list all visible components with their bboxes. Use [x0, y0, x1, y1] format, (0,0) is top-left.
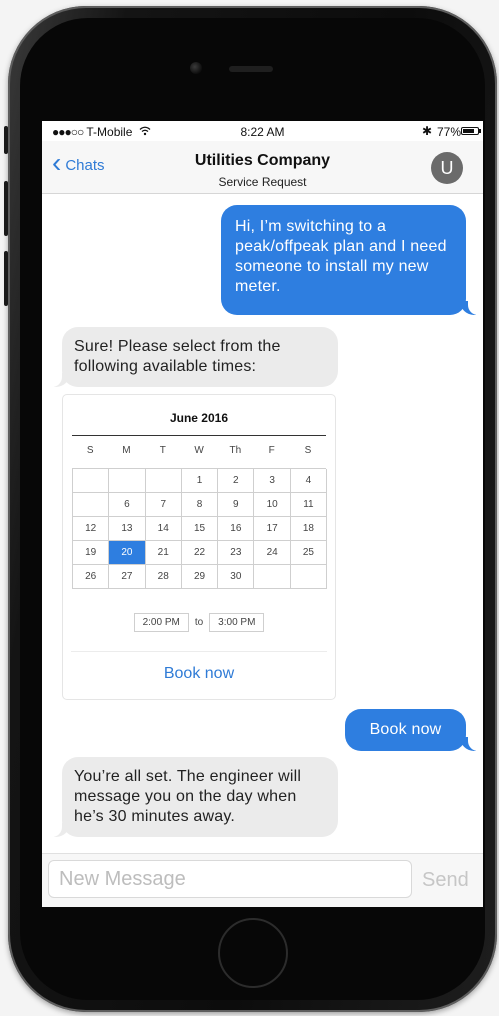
booking-card: June 2016 S M T W Th F S 1 2 3 4 6 7 8 9 10 11 12 13 14 15 1…: [62, 394, 336, 700]
book-now-button[interactable]: Book now: [63, 665, 335, 683]
bubble-tail: [460, 735, 483, 751]
message-text: Sure! Please select from the following a…: [74, 338, 281, 375]
battery-tip: [479, 129, 481, 133]
calendar-day[interactable]: 16: [218, 517, 255, 541]
bluetooth-icon: ✱: [422, 124, 433, 138]
bubble-tail: [460, 299, 483, 315]
calendar-empty-cell: [73, 469, 110, 493]
weekday-header: S M T W Th F S: [72, 445, 326, 456]
bubble-tail: [46, 371, 70, 387]
end-time-field[interactable]: 3:00 PM: [209, 613, 265, 632]
volume-down-button: [4, 251, 8, 306]
battery-level: [463, 129, 474, 133]
calendar-day[interactable]: 28: [145, 565, 182, 589]
silent-switch: [4, 126, 8, 154]
calendar-day[interactable]: 19: [73, 541, 110, 565]
calendar-empty-cell: [254, 565, 291, 589]
weekday-label: F: [268, 445, 275, 456]
avatar[interactable]: U: [431, 152, 463, 184]
message-text: Book now: [369, 721, 442, 738]
calendar-day[interactable]: 30: [218, 565, 255, 589]
calendar-day[interactable]: 9: [218, 493, 255, 517]
calendar-grid: 1 2 3 4 6 7 8 9 10 11 12 13 14 15 16 17 18 19 20 21 22 23 24 25…: [72, 468, 328, 589]
calendar-empty-cell: [290, 565, 328, 589]
status-time: 8:22 AM: [240, 125, 285, 139]
calendar-day[interactable]: 25: [290, 541, 328, 565]
calendar-day[interactable]: 15: [181, 517, 219, 541]
divider: [72, 435, 326, 436]
calendar-day[interactable]: 24: [254, 541, 291, 565]
calendar-day[interactable]: 14: [145, 517, 182, 541]
calendar-day[interactable]: 23: [218, 541, 255, 565]
calendar-empty-cell: [73, 493, 110, 517]
weekday-label: T: [159, 445, 166, 456]
bubble-tail: [46, 821, 70, 837]
calendar-day[interactable]: 27: [109, 565, 146, 589]
calendar-day[interactable]: 1: [181, 469, 219, 493]
weekday-label: S: [304, 445, 312, 456]
calendar-day[interactable]: 17: [254, 517, 291, 541]
weekday-label: M: [122, 445, 131, 456]
calendar-day[interactable]: 8: [181, 493, 219, 517]
start-time-field[interactable]: 2:00 PM: [133, 613, 189, 632]
battery-icon: [461, 127, 479, 135]
calendar-day[interactable]: 11: [290, 493, 328, 517]
calendar-day[interactable]: 26: [73, 565, 110, 589]
calendar-day[interactable]: 2: [218, 469, 255, 493]
calendar-day[interactable]: 22: [181, 541, 219, 565]
outgoing-message: Hi, I’m switching to a peak/offpeak plan…: [221, 205, 466, 315]
volume-up-button: [4, 181, 8, 236]
calendar-empty-cell: [145, 469, 182, 493]
calendar-day[interactable]: 4: [290, 469, 328, 493]
message-text: Hi, I’m switching to a peak/offpeak plan…: [235, 218, 447, 295]
message-composer: Send: [42, 853, 483, 907]
calendar-day[interactable]: 21: [145, 541, 182, 565]
incoming-message: Sure! Please select from the following a…: [62, 327, 338, 387]
calendar-day[interactable]: 20: [109, 541, 146, 565]
incoming-message: You’re all set. The engineer will messag…: [62, 757, 338, 837]
battery-percent: 77%: [437, 125, 462, 139]
calendar-day[interactable]: 6: [109, 493, 146, 517]
conversation-subtitle: Service Request: [218, 175, 307, 189]
home-button[interactable]: [218, 918, 288, 988]
calendar-day[interactable]: 12: [73, 517, 110, 541]
outgoing-message: Book now: [345, 709, 466, 751]
earpiece-speaker: [229, 66, 273, 72]
calendar-day[interactable]: 3: [254, 469, 291, 493]
navigation-bar: ‹ Chats Utilities Company Service Reques…: [42, 141, 483, 194]
conversation-title: Utilities Company: [194, 152, 331, 169]
calendar-day[interactable]: 13: [109, 517, 146, 541]
calendar-day[interactable]: 29: [181, 565, 219, 589]
message-text: You’re all set. The engineer will messag…: [74, 768, 302, 825]
time-separator: to: [194, 617, 204, 628]
divider: [71, 651, 327, 652]
weekday-label: S: [86, 445, 94, 456]
time-range: 2:00 PM to 3:00 PM: [63, 613, 335, 632]
calendar-month: June 2016: [169, 411, 229, 425]
send-button[interactable]: Send: [422, 869, 469, 892]
message-input[interactable]: [48, 860, 412, 898]
screen: ●●●○○ T-Mobile 8:22 AM ✱ 77% ‹ Chats Uti…: [42, 121, 483, 907]
status-bar: ●●●○○ T-Mobile 8:22 AM ✱ 77%: [42, 121, 483, 141]
front-camera: [190, 62, 202, 74]
calendar-empty-cell: [109, 469, 146, 493]
calendar-day[interactable]: 7: [145, 493, 182, 517]
calendar-day[interactable]: 18: [290, 517, 328, 541]
calendar-day[interactable]: 10: [254, 493, 291, 517]
weekday-label: Th: [229, 445, 242, 456]
weekday-label: W: [194, 445, 204, 456]
